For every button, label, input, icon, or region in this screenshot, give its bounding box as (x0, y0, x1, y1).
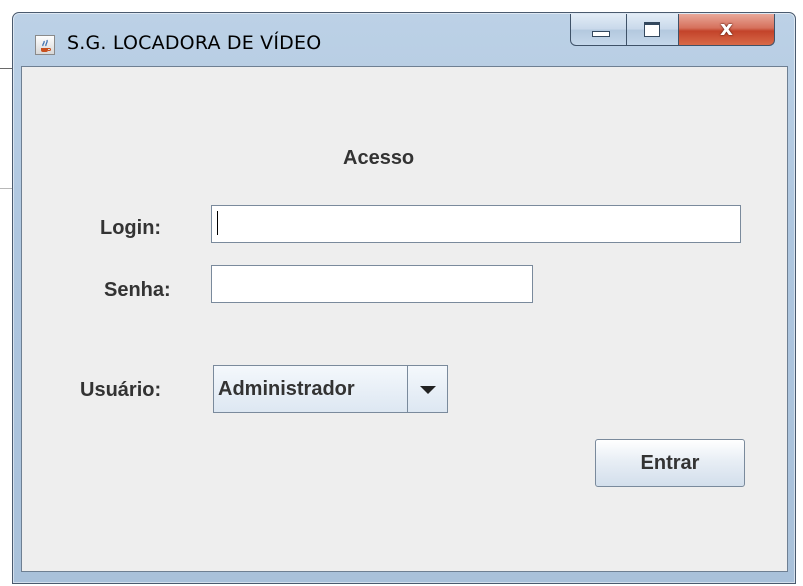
java-cup-icon[interactable] (35, 35, 55, 55)
window-title: S.G. LOCADORA DE VÍDEO (67, 32, 322, 54)
desktop-divider (0, 188, 12, 189)
user-type-label: Usuário: (80, 379, 162, 401)
desktop-divider (0, 68, 12, 69)
dropdown-button[interactable] (407, 366, 447, 412)
password-field[interactable] (211, 265, 533, 303)
password-label: Senha: (104, 279, 171, 301)
chevron-down-icon (420, 386, 436, 394)
text-caret (217, 211, 218, 235)
close-button[interactable]: x (679, 14, 775, 46)
form-panel: Acesso Login: Senha: Usuário: Administra… (21, 66, 788, 572)
minimize-icon (592, 31, 610, 37)
submit-button[interactable]: Entrar (595, 439, 745, 487)
window-controls: x (570, 14, 775, 46)
user-type-select[interactable]: Administrador (213, 365, 448, 413)
maximize-button[interactable] (627, 14, 679, 46)
user-type-selected: Administrador (218, 378, 355, 400)
close-icon: x (720, 16, 733, 40)
login-field[interactable] (211, 205, 741, 243)
desktop-background (0, 0, 12, 586)
minimize-button[interactable] (570, 14, 627, 46)
form-heading: Acesso (343, 147, 415, 169)
login-label: Login: (100, 217, 162, 239)
maximize-icon (644, 22, 660, 37)
